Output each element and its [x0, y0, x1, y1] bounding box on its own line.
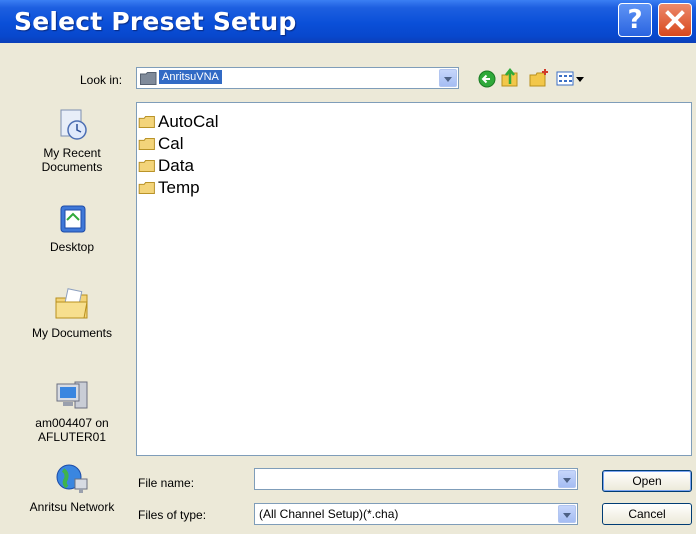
look-in-dropdown-button[interactable] — [439, 69, 457, 87]
file-type-dropdown-button[interactable] — [558, 505, 576, 523]
list-item[interactable]: AutoCal — [138, 111, 218, 133]
look-in-value: AnritsuVNA — [159, 70, 222, 84]
close-icon — [665, 10, 685, 30]
place-label: Desktop — [49, 240, 95, 254]
place-label: My Documents — [31, 326, 113, 340]
cancel-button[interactable]: Cancel — [602, 503, 692, 525]
look-in-label: Look in: — [80, 73, 123, 87]
network-icon — [56, 464, 88, 493]
new-folder-icon[interactable] — [528, 68, 550, 88]
close-button[interactable] — [658, 3, 692, 37]
folder-icon — [138, 138, 155, 150]
file-type-select[interactable]: (All Channel Setup)(*.cha) — [254, 503, 578, 525]
place-label: Anritsu Network — [29, 500, 115, 514]
list-item[interactable]: Temp — [138, 177, 200, 199]
look-in-combo[interactable]: AnritsuVNA — [136, 67, 459, 89]
dialog-title: Select Preset Setup — [14, 7, 297, 36]
place-desktop[interactable]: Desktop — [18, 202, 126, 254]
file-list[interactable]: AutoCal Cal Data Temp — [136, 102, 692, 456]
folder-name: AutoCal — [158, 112, 219, 131]
folder-icon — [138, 160, 155, 172]
folder-name: Data — [158, 156, 194, 175]
my-computer-icon — [56, 381, 88, 409]
list-item[interactable]: Cal — [138, 133, 184, 155]
up-folder-icon[interactable] — [500, 68, 520, 88]
title-bar[interactable]: Select Preset Setup ? — [0, 0, 696, 43]
folder-name: Cal — [158, 134, 184, 153]
folder-icon — [138, 182, 155, 194]
file-name-label: File name: — [138, 476, 195, 490]
place-recent-documents[interactable]: My Recent Documents — [18, 108, 126, 174]
recent-documents-icon — [60, 109, 87, 140]
file-type-label: Files of type: — [138, 508, 207, 522]
folder-icon — [140, 72, 157, 85]
dialog-window: Select Preset Setup ? Look in: AnritsuVN… — [0, 0, 696, 534]
back-icon[interactable] — [478, 70, 496, 88]
places-bar: My Recent Documents Desktop My Documents — [18, 102, 126, 526]
my-documents-icon — [55, 288, 88, 319]
place-label: am004407 on AFLUTER01 — [35, 416, 109, 444]
list-item[interactable]: Data — [138, 155, 194, 177]
place-network[interactable]: Anritsu Network — [18, 462, 126, 514]
desktop-icon — [60, 205, 86, 233]
file-type-value: (All Channel Setup)(*.cha) — [259, 507, 399, 521]
place-label: My Recent Documents — [41, 146, 103, 174]
place-my-computer[interactable]: am004407 on AFLUTER01 — [18, 378, 126, 444]
help-button[interactable]: ? — [618, 3, 652, 37]
open-button[interactable]: Open — [602, 470, 692, 492]
view-menu-icon[interactable] — [556, 71, 586, 87]
file-name-field[interactable] — [254, 468, 578, 490]
place-my-documents[interactable]: My Documents — [18, 288, 126, 340]
file-name-dropdown-button[interactable] — [558, 470, 576, 488]
folder-icon — [138, 116, 155, 128]
folder-name: Temp — [158, 178, 200, 197]
